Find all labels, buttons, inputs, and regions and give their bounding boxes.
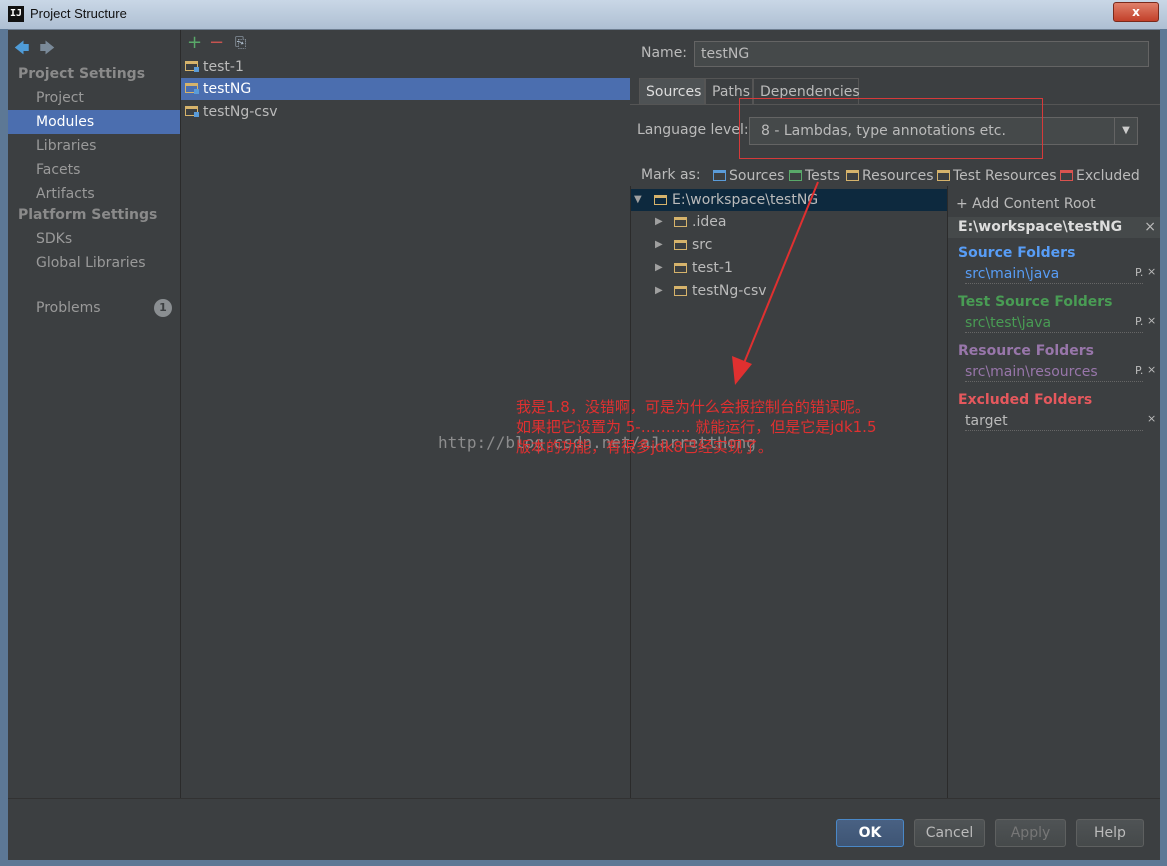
- remove-module-icon[interactable]: −: [209, 32, 224, 53]
- mark-as-label: Mark as:: [641, 167, 701, 183]
- help-button[interactable]: Help: [1076, 819, 1144, 847]
- test-source-folders-title: Test Source Folders: [958, 294, 1113, 310]
- folder-icon: [654, 195, 667, 205]
- sidebar-item-global-libraries[interactable]: Global Libraries: [8, 251, 180, 275]
- module-folder-icon: [185, 83, 199, 94]
- mark-resources-label: Resources: [862, 168, 934, 184]
- resource-folder-path[interactable]: src\main\resources: [965, 362, 1143, 382]
- window-frame-left: [0, 29, 8, 866]
- test-source-folder-path[interactable]: src\test\java: [965, 313, 1143, 333]
- copy-module-icon[interactable]: ⎘: [235, 35, 246, 51]
- expand-right-icon[interactable]: ▶: [655, 234, 663, 256]
- module-item-testng-csv[interactable]: testNg-csv: [181, 101, 630, 123]
- annotation-highlight-box: [739, 98, 1043, 159]
- project-settings-header: Project Settings: [18, 66, 146, 82]
- expand-right-icon[interactable]: ▶: [655, 257, 663, 279]
- content-root-header: E:\workspace\testNG ×: [948, 217, 1160, 238]
- intellij-app-icon: IJ: [8, 6, 24, 22]
- platform-settings-header: Platform Settings: [18, 207, 158, 223]
- test-resources-folder-icon: [937, 170, 950, 181]
- settings-sidebar: 🡄 🡆 Project Settings Project Modules Libr…: [8, 30, 180, 798]
- content-root-path: E:\workspace\testNG: [958, 219, 1123, 235]
- expand-right-icon[interactable]: ▶: [655, 280, 663, 302]
- sidebar-item-sdks[interactable]: SDKs: [8, 227, 180, 251]
- remove-folder-icon[interactable]: ×: [1147, 314, 1161, 327]
- folder-icon: [674, 217, 687, 227]
- add-module-icon[interactable]: +: [187, 32, 202, 53]
- mark-excluded-button[interactable]: Excluded: [1060, 166, 1140, 186]
- window-close-button[interactable]: x: [1113, 2, 1159, 22]
- module-folder-icon: [185, 106, 199, 117]
- apply-button[interactable]: Apply: [995, 819, 1066, 847]
- forward-arrow-icon[interactable]: 🡆: [40, 39, 56, 57]
- remove-content-root-icon[interactable]: ×: [1144, 217, 1156, 238]
- ok-button[interactable]: OK: [836, 819, 904, 847]
- excluded-folders-title: Excluded Folders: [958, 392, 1093, 408]
- problems-label: Problems: [36, 300, 101, 316]
- annotation-line-2: 如果把它设置为 5-………. 就能运行，但是它是jdk1.5: [516, 418, 877, 436]
- cancel-button[interactable]: Cancel: [914, 819, 985, 847]
- expand-down-icon[interactable]: ▼: [634, 189, 642, 211]
- folder-icon: [674, 240, 687, 250]
- module-folder-icon: [185, 61, 199, 72]
- module-item-label: test-1: [203, 59, 244, 75]
- name-label: Name:: [641, 45, 688, 61]
- chevron-down-icon[interactable]: ▼: [1114, 118, 1137, 144]
- window-frame-bottom: [0, 860, 1167, 866]
- remove-folder-icon[interactable]: ×: [1147, 412, 1161, 425]
- window-title: Project Structure: [30, 6, 127, 21]
- module-item-label: testNG: [203, 81, 252, 97]
- annotation-line-3: 版本的功能，有很多jdk8已经实现了。: [516, 438, 773, 456]
- back-arrow-icon[interactable]: 🡄: [14, 39, 30, 57]
- mark-test-resources-button[interactable]: Test Resources: [937, 166, 1057, 186]
- tab-sources[interactable]: Sources: [639, 78, 705, 104]
- folder-icon: [674, 286, 687, 296]
- mark-excluded-label: Excluded: [1076, 168, 1140, 184]
- mark-resources-button[interactable]: Resources: [846, 166, 934, 186]
- annotation-arrow: [732, 181, 819, 385]
- sidebar-item-facets[interactable]: Facets: [8, 158, 180, 182]
- sidebar-item-artifacts[interactable]: Artifacts: [8, 182, 180, 206]
- remove-folder-icon[interactable]: ×: [1147, 363, 1161, 376]
- sidebar-item-project[interactable]: Project: [8, 86, 180, 110]
- expand-right-icon[interactable]: ▶: [655, 211, 663, 233]
- module-name-input[interactable]: testNG: [694, 41, 1149, 67]
- excluded-folder-icon: [1060, 170, 1073, 181]
- add-content-root-button[interactable]: + Add Content Root: [956, 196, 1096, 212]
- source-folder-path[interactable]: src\main\java: [965, 264, 1143, 284]
- module-item-testng[interactable]: testNG: [181, 78, 630, 100]
- problems-count-badge: 1: [154, 299, 172, 317]
- sidebar-item-problems[interactable]: Problems 1: [8, 296, 180, 320]
- language-level-label: Language level:: [637, 122, 749, 138]
- mark-test-resources-label: Test Resources: [953, 168, 1057, 184]
- tree-node-label: src: [692, 237, 713, 253]
- divider: [947, 186, 948, 798]
- project-structure-dialog: IJ Project Structure x 🡄 🡆 Project Settin…: [0, 0, 1167, 866]
- annotation-line-1: 我是1.8，没错啊，可是为什么会报控制台的错误呢。: [516, 398, 870, 416]
- resources-folder-icon: [846, 170, 859, 181]
- sidebar-item-libraries[interactable]: Libraries: [8, 134, 180, 158]
- source-folders-title: Source Folders: [958, 245, 1076, 261]
- window-frame-right: [1160, 29, 1167, 866]
- folder-icon: [674, 263, 687, 273]
- title-bar: IJ Project Structure x: [0, 0, 1167, 30]
- footer-divider: [8, 798, 1160, 799]
- remove-folder-icon[interactable]: ×: [1147, 265, 1161, 278]
- history-nav: 🡄 🡆: [14, 38, 65, 63]
- resource-folders-title: Resource Folders: [958, 343, 1094, 359]
- module-item-test-1[interactable]: test-1: [181, 56, 630, 78]
- excluded-folder-path[interactable]: target: [965, 411, 1143, 431]
- module-item-label: testNg-csv: [203, 104, 278, 120]
- sidebar-item-modules[interactable]: Modules: [8, 110, 180, 134]
